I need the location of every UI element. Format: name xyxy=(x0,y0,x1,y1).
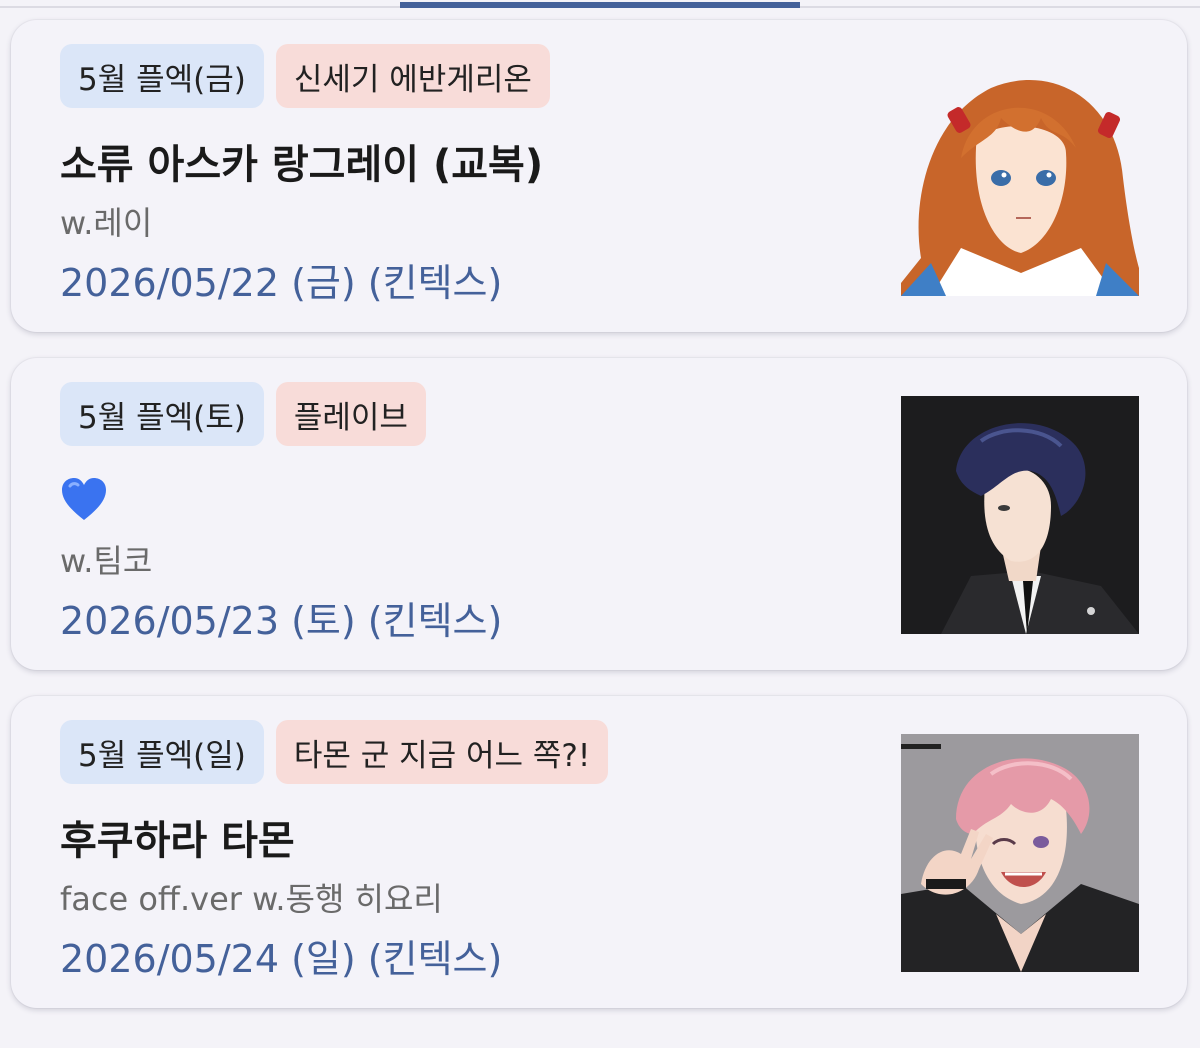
event-card[interactable]: 5월 플엑(토) 플레이브 w.팀코 2026/05/23 (토) (킨텍스) xyxy=(11,358,1187,670)
pink-hair-man-winking-portrait-image xyxy=(901,734,1139,972)
character-thumbnail[interactable] xyxy=(901,734,1139,972)
author-credit: face off.ver w.동행 히요리 xyxy=(60,880,443,918)
character-title: 후쿠하라 타몬 xyxy=(60,818,295,864)
event-date: 2026/05/22 (금) (킨텍스) xyxy=(60,261,503,305)
blue-heart-icon xyxy=(60,476,108,524)
event-card[interactable]: 5월 플엑(일) 타몬 군 지금 어느 쪽?! 후쿠하라 타몬 face off… xyxy=(11,696,1187,1008)
character-thumbnail[interactable] xyxy=(901,396,1139,634)
character-thumbnail[interactable] xyxy=(901,58,1139,296)
series-tag[interactable]: 신세기 에반게리온 xyxy=(275,44,550,108)
active-tab-indicator xyxy=(400,2,800,8)
event-date: 2026/05/23 (토) (킨텍스) xyxy=(60,599,503,643)
anime-girl-orange-hair-portrait-image xyxy=(901,58,1139,296)
event-tag[interactable]: 5월 플엑(토) xyxy=(60,382,264,446)
event-list: 5월 플엑(금) 신세기 에반게리온 소류 아스카 랑그레이 (교복) w.레이… xyxy=(11,20,1187,1034)
character-title: 소류 아스카 랑그레이 (교복) xyxy=(60,142,544,188)
author-credit: w.팀코 xyxy=(60,542,153,580)
series-tag[interactable]: 타몬 군 지금 어느 쪽?! xyxy=(275,720,609,784)
event-card[interactable]: 5월 플엑(금) 신세기 에반게리온 소류 아스카 랑그레이 (교복) w.레이… xyxy=(11,20,1187,332)
event-date: 2026/05/24 (일) (킨텍스) xyxy=(60,937,503,981)
event-tag[interactable]: 5월 플엑(일) xyxy=(60,720,264,784)
tag-row: 5월 플엑(토) 플레이브 xyxy=(60,382,426,446)
navy-hair-man-in-suit-portrait-image xyxy=(901,396,1139,634)
tag-row: 5월 플엑(일) 타몬 군 지금 어느 쪽?! xyxy=(60,720,609,784)
tag-row: 5월 플엑(금) 신세기 에반게리온 xyxy=(60,44,550,108)
series-tag[interactable]: 플레이브 xyxy=(275,382,426,446)
author-credit: w.레이 xyxy=(60,204,153,242)
tab-strip xyxy=(0,0,1200,8)
event-tag[interactable]: 5월 플엑(금) xyxy=(60,44,264,108)
